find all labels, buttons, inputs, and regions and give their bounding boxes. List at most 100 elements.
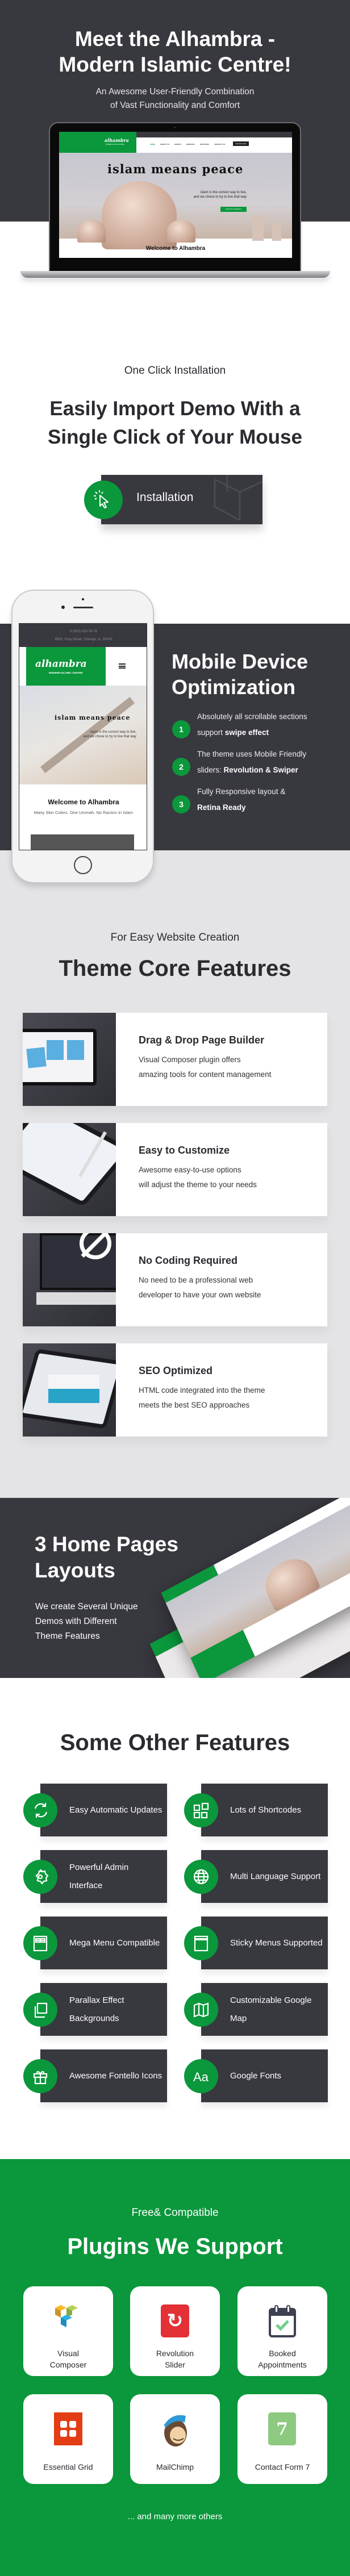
desc-line: No need to be a professional web [139, 1276, 253, 1284]
feature-tile: Aa Google Fonts [184, 2049, 328, 2102]
mockup-topbar [136, 132, 292, 137]
feature-highlight: Retina Ready [197, 803, 246, 812]
cursor-click-icon [84, 481, 123, 519]
tile-label-text: Lots of Shortcodes [230, 1805, 302, 1815]
desc-line: Awesome easy-to-use options [139, 1166, 241, 1174]
font-icon: Aa [184, 2059, 218, 2093]
core-title: Theme Core Features [59, 956, 291, 981]
mockup-nav-item: ABOUT US [160, 143, 169, 145]
tablet-admin-image [23, 1123, 116, 1216]
shortcodes-icon [184, 1793, 218, 1827]
tile-label-text: Customizable Google Map [230, 1995, 312, 2023]
gear-icon [23, 1860, 57, 1894]
plugins-footer: ... and many more others [127, 2512, 223, 2521]
refresh-icon [23, 1793, 57, 1827]
phone-camera [61, 606, 65, 609]
mockup-text-line: and we chose to try to live that way [193, 195, 247, 199]
plugins-eyebrow: Free& Compatible [131, 2207, 219, 2219]
plugins-title: Plugins We Support [67, 2234, 283, 2259]
feature-text: support [197, 728, 225, 737]
installation-button[interactable]: Installation [101, 475, 262, 524]
install-eyebrow: One Click Installation [124, 365, 226, 377]
mockup-nav: HOME ABOUT US EVENTS SERVICES FEATURES CONTAC… [150, 143, 225, 145]
step-number-badge: 1 [172, 720, 190, 738]
feature-tile-label: Google Fonts [230, 2049, 324, 2102]
core-card-title: Drag & Drop Page Builder [139, 1034, 265, 1046]
tile-label-text: Mega Menu Compatible [69, 1938, 160, 1948]
sticky-menu-icon [184, 1926, 218, 1960]
mockup-nav-item: SERVICES [186, 143, 195, 145]
mockup-logo-block: alhambra MODERN ISLAMIC CENTRE [59, 132, 136, 153]
feature-tile-label: Mega Menu Compatible [69, 1917, 163, 1969]
mockup-nav-item: HOME [150, 143, 155, 145]
phone-topbar: 0 (800) 420-78-78 8500, Gray Street, Chi… [19, 624, 147, 647]
mockup-welcome: Welcome to Alhambra [145, 245, 206, 252]
desc-line: HTML code integrated into the theme [139, 1386, 265, 1395]
phone-sensor [82, 598, 84, 600]
mockup-script-title: islam means peace [107, 162, 244, 176]
core-feature-card: Easy to Customize Awesome easy-to-use opt… [23, 1123, 327, 1216]
desc-line: amazing tools for content management [139, 1070, 272, 1079]
subtitle-line: An Awesome User-Friendly Combination [95, 87, 255, 97]
subtitle-line: of Vast Functionality and Comfort [110, 101, 240, 110]
tile-label-text: Parallax Effect Backgrounds [69, 1995, 124, 2023]
feature-tile-label: Parallax Effect Backgrounds [69, 1983, 163, 2036]
phone-script-title: islam means peace [55, 714, 131, 721]
desc-line: Visual Composer plugin offers [139, 1055, 241, 1064]
step-number-badge: 3 [172, 795, 190, 813]
core-eyebrow: For Easy Website Creation [110, 932, 240, 943]
mockup-text-line: islam is the correct way to live, [200, 191, 247, 194]
feature-tile-label: Awesome Fontello Icons [69, 2049, 163, 2102]
phone-logo-tagline: MODERN ISLAMIC CENTRE [49, 671, 83, 674]
visual-composer-icon [54, 2304, 82, 2333]
hero-title-line: Modern Islamic Centre! [59, 53, 291, 76]
plugin-card: 7 Contact Form 7 [238, 2394, 327, 2484]
map-icon [184, 1993, 218, 2027]
step-number-badge: 2 [172, 758, 190, 776]
tile-label-text: Google Fonts [230, 2070, 282, 2081]
plugin-card: Essential Grid [23, 2394, 113, 2484]
core-card-title: Easy to Customize [139, 1145, 230, 1156]
tile-label-text: Sticky Menus Supported [230, 1938, 323, 1948]
plugin-label: Essential Grid [43, 2462, 93, 2471]
feature-tile: Multi Language Support [184, 1850, 328, 1903]
install-title: Easily Import Demo With a Single Click o… [0, 395, 350, 452]
layouts-section [0, 1498, 350, 1678]
phone-welcome: Welcome to Alhambra [48, 798, 119, 806]
mockup-nav-item: FEATURES [199, 143, 209, 145]
mockup-logo-tagline: MODERN ISLAMIC CENTRE [106, 144, 124, 145]
feature-tile: Powerful Admin Interface [23, 1850, 167, 1903]
tile-label-text: Multi Language Support [230, 1871, 321, 1881]
phone-hero-text: islam is the correct way to live, and we… [84, 730, 136, 739]
mockup-donate-button: DONATE NOW [233, 141, 249, 146]
feature-tile: Sticky Menus Supported [184, 1917, 328, 1969]
box-icon [214, 475, 262, 520]
mockup-nav-item: CONTACT US [214, 143, 226, 145]
phone-home-button [74, 856, 92, 874]
gift-icon [23, 2059, 57, 2093]
tile-label-text: Awesome Fontello Icons [69, 2070, 163, 2081]
desc-line: will adjust the theme to your needs [139, 1180, 257, 1189]
hamburger-menu-icon[interactable] [119, 663, 126, 669]
mobile-title-line: Mobile Device [172, 650, 309, 673]
desc-line: meets the best SEO approaches [139, 1401, 250, 1409]
mega-menu-icon [23, 1926, 57, 1960]
install-title-line: Easily Import Demo With a [49, 398, 301, 420]
plugin-card: Booked Appointments [238, 2286, 327, 2376]
plugin-label: Visual Composer [49, 2349, 87, 2369]
layouts-desc-line: Theme Features [35, 1631, 100, 1641]
laptop-screen: alhambra MODERN ISLAMIC CENTRE HOME ABOUT… [59, 132, 292, 258]
feature-tile-label: Customizable Google Map [230, 1983, 324, 2036]
install-title-line: Single Click of Your Mouse [48, 426, 302, 448]
layouts-desc: We create Several Unique Demos with Diff… [35, 1600, 138, 1644]
hero-subtitle: An Awesome User-Friendly Combination of … [0, 85, 350, 112]
plugin-label: Revolution Slider [156, 2349, 194, 2369]
no-code-image [23, 1233, 116, 1326]
core-feature-card: Drag & Drop Page Builder Visual Composer … [23, 1013, 327, 1106]
phone-dark-image [31, 834, 134, 850]
feature-highlight: Revolution & Swiper [223, 766, 298, 774]
feature-tile-label: Easy Automatic Updates [69, 1784, 163, 1836]
layouts-title-line: 3 Home Pages [35, 1533, 178, 1556]
layers-icon [23, 1993, 57, 2027]
phone-address: 8500, Gray Street, Chicago, IL, 55030 [55, 638, 113, 641]
